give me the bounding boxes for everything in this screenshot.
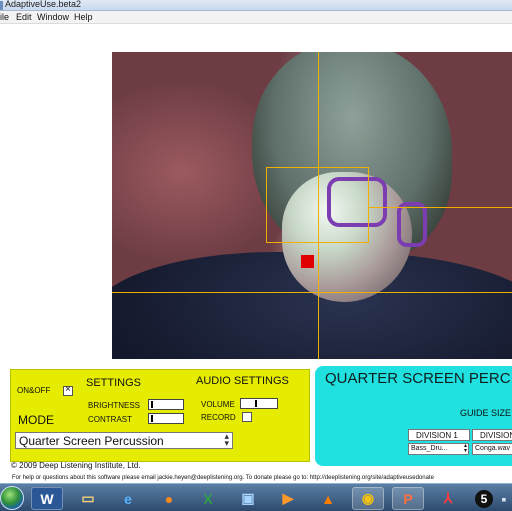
start-orb-icon[interactable] <box>0 486 24 510</box>
quarter-panel-title: QUARTER SCREEN PERC <box>325 370 511 387</box>
division-2-label-box: DIVISION <box>472 429 512 441</box>
help-text: For help or questions about this softwar… <box>12 475 434 481</box>
copyright-text: © 2009 Deep Listening Institute, Ltd. <box>11 461 141 470</box>
contrast-slider-thumb[interactable] <box>151 415 153 422</box>
division-2-value: Conga.wav <box>475 445 511 452</box>
division-1-label-box: DIVISION 1 <box>408 429 470 441</box>
guide-line-horizontal <box>112 292 512 293</box>
division-1-label: DIVISION 1 <box>416 431 458 440</box>
volume-slider-thumb[interactable] <box>255 400 257 407</box>
settings-panel: ON&OFF SETTINGS AUDIO SETTINGS BRIGHTNES… <box>10 369 310 462</box>
chrome-icon[interactable]: ◉ <box>352 487 384 510</box>
app-icon <box>0 1 3 10</box>
brightness-slider-thumb[interactable] <box>151 401 153 408</box>
quarter-screen-panel: QUARTER SCREEN PERC GUIDE SIZE DIVISION … <box>315 366 512 466</box>
mode-select-value: Quarter Screen Percussion <box>19 434 164 448</box>
audio-settings-header: AUDIO SETTINGS <box>196 375 289 387</box>
window-title: AdaptiveUse.beta2 <box>5 0 82 9</box>
brightness-label: BRIGHTNESS <box>88 401 141 410</box>
menu-edit[interactable]: Edit <box>16 12 32 22</box>
volume-label: VOLUME <box>201 400 235 409</box>
brightness-slider[interactable] <box>148 399 184 410</box>
taskbar: W ▭ e ● X ▣ ▶ ▲ ◉ P ⅄ 5 ▪ <box>0 483 512 511</box>
division-2-select[interactable]: Conga.wav <box>472 443 512 455</box>
mode-label: MODE <box>18 413 54 427</box>
title-bar: AdaptiveUse.beta2 <box>0 0 512 11</box>
explorer-icon[interactable]: ▭ <box>72 487 104 510</box>
on-off-label: ON&OFF <box>17 386 51 395</box>
record-checkbox[interactable] <box>242 412 252 422</box>
vlc-icon[interactable]: ▲ <box>312 487 344 510</box>
record-label: RECORD <box>201 413 236 422</box>
settings-header: SETTINGS <box>86 377 142 389</box>
excel-icon[interactable]: X <box>192 487 224 510</box>
word-icon[interactable]: W <box>31 487 63 510</box>
menu-file[interactable]: ile <box>0 12 9 22</box>
contrast-slider[interactable] <box>148 413 184 424</box>
powerpoint-icon[interactable]: P <box>392 487 424 510</box>
select-arrows-icon: ▴ ▾ <box>463 443 467 454</box>
camera-glasses-right <box>397 202 427 247</box>
select-arrows-icon: ▴ ▾ <box>224 431 229 448</box>
media-icon[interactable]: ▣ <box>232 487 264 510</box>
ie-icon[interactable]: e <box>112 487 144 510</box>
division-1-value: Bass_Dru... <box>411 445 448 452</box>
volume-slider[interactable] <box>240 398 278 409</box>
firefox-icon[interactable]: ● <box>153 487 185 510</box>
menu-bar: ile Edit Window Help <box>0 11 512 24</box>
media-player-icon[interactable]: ▶ <box>272 487 304 510</box>
contrast-label: CONTRAST <box>88 415 132 424</box>
on-off-checkbox[interactable] <box>63 384 73 396</box>
tracking-box <box>266 167 369 243</box>
menu-help[interactable]: Help <box>74 12 93 22</box>
tracking-marker <box>301 255 314 268</box>
app-icon[interactable]: ▪ <box>496 487 512 510</box>
division-2-label: DIVISION <box>480 431 512 440</box>
five-badge: 5 <box>475 489 493 508</box>
guide-size-label: GUIDE SIZE <box>460 408 512 418</box>
guide-line-horizontal-short <box>368 207 512 208</box>
webcam-view[interactable] <box>112 52 512 359</box>
mode-select[interactable]: Quarter Screen Percussion ▴ ▾ <box>15 432 233 449</box>
acrobat-icon[interactable]: ⅄ <box>432 487 464 510</box>
menu-window[interactable]: Window <box>37 12 69 22</box>
division-1-select[interactable]: Bass_Dru... ▴ ▾ <box>408 443 469 455</box>
